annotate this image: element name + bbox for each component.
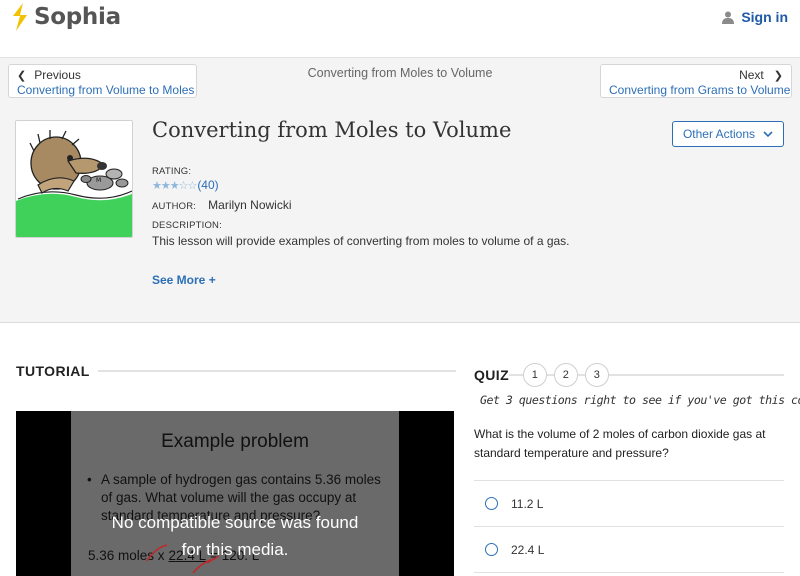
svg-text:M: M [96, 177, 101, 184]
video-error-line-2: for this media. [181, 540, 289, 559]
previous-lesson-button[interactable]: ❮ Previous Converting from Volume to Mole… [8, 64, 197, 98]
quiz-option-divider [474, 572, 784, 576]
video-error-line-1: No compatible source was found [111, 513, 359, 532]
sophia-logo[interactable]: Sophia [10, 2, 121, 32]
next-lesson-link[interactable]: Converting from Grams to Volume [609, 83, 790, 97]
other-actions-dropdown[interactable]: Other Actions [672, 121, 784, 147]
quiz-heading-text: QUIZ [474, 367, 510, 383]
divider [97, 370, 456, 372]
sign-in-label: Sign in [741, 9, 788, 25]
rating-count[interactable]: (40) [197, 178, 218, 192]
author-name: Marilyn Nowicki [208, 198, 292, 212]
video-player[interactable]: Example problem • A sample of hydrogen g… [16, 411, 454, 576]
description-label: DESCRIPTION: [152, 220, 222, 231]
video-error-message: No compatible source was found for this … [16, 509, 454, 563]
divider [547, 374, 555, 376]
lesson-title: Converting from Moles to Volume [152, 118, 512, 142]
quiz-question-3[interactable]: 3 [585, 363, 610, 387]
quiz-question-1[interactable]: 1 [523, 363, 548, 387]
other-actions-label: Other Actions [682, 127, 756, 141]
sign-in-button[interactable]: Sign in [722, 9, 788, 25]
quiz-option[interactable]: 11.2 L [474, 480, 784, 526]
divider [609, 374, 784, 376]
quiz-option-label: 22.4 L [511, 542, 545, 557]
rating-label: RATING: [152, 166, 192, 177]
chevron-down-icon [763, 130, 773, 137]
quiz-tagline: Get 3 questions right to see if you've g… [480, 393, 800, 407]
lesson-thumbnail-mole-illustration: M [15, 120, 133, 238]
chevron-left-icon: ❮ [17, 69, 27, 82]
brand-name: Sophia [34, 4, 121, 30]
radio-button[interactable] [485, 497, 498, 510]
quiz-option-label: 11.2 L [511, 496, 544, 511]
chevron-right-icon: ❯ [773, 69, 783, 82]
quiz-heading: QUIZ 1 2 3 [474, 363, 784, 387]
tutorial-heading: TUTORIAL [16, 363, 456, 379]
rating-stars-icon: ★★★☆☆ [152, 179, 197, 192]
divider [578, 374, 586, 376]
lesson-description: This lesson will provide examples of con… [152, 234, 570, 248]
quiz-question-text: What is the volume of 2 moles of carbon … [474, 427, 766, 460]
radio-button[interactable] [485, 543, 498, 556]
divider [509, 374, 524, 376]
author-row: AUTHOR: Marilyn Nowicki [152, 198, 292, 212]
tutorial-heading-text: TUTORIAL [16, 363, 90, 379]
author-label: AUTHOR: [152, 201, 197, 212]
quiz-option[interactable]: 22.4 L [474, 526, 784, 572]
next-lesson-button[interactable]: Next ❯ Converting from Grams to Volume [600, 64, 792, 98]
sophia-logo-icon [13, 3, 27, 31]
lesson-navigation: Converting from Moles to Volume ❮ Previou… [0, 58, 800, 110]
rating[interactable]: ★★★☆☆ (40) [152, 178, 219, 192]
see-more-link[interactable]: See More + [152, 273, 216, 287]
next-label: Next [739, 68, 764, 82]
user-icon [722, 11, 735, 24]
top-header: Sophia Sign in [0, 0, 800, 58]
quiz-question-2[interactable]: 2 [554, 363, 579, 387]
lesson-header: M Converting from Moles to Volume Other … [0, 110, 800, 323]
previous-lesson-link[interactable]: Converting from Volume to Moles [17, 83, 194, 97]
previous-label: Previous [34, 68, 81, 82]
